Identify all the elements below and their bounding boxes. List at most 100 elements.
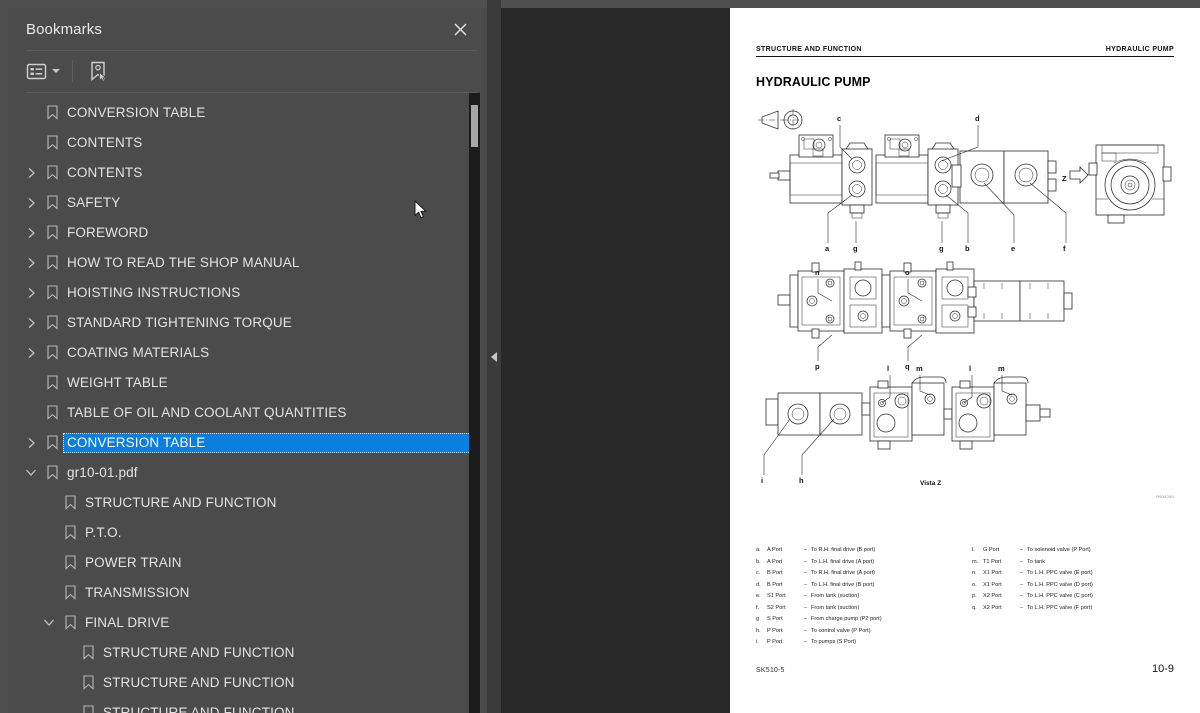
bookmarks-panel-header: Bookmarks bbox=[8, 8, 487, 50]
bookmark-icon bbox=[42, 465, 63, 481]
chevron-down-icon[interactable] bbox=[20, 468, 42, 477]
bookmark-item[interactable]: WEIGHT TABLE bbox=[8, 368, 487, 398]
bookmarks-panel: Bookmarks CONVERSION TABLE CONTENTS CONT… bbox=[8, 8, 487, 713]
projection-symbol bbox=[758, 109, 804, 131]
figure-caption: Vista Z bbox=[920, 480, 941, 487]
bookmark-icon bbox=[42, 315, 63, 331]
bookmark-icon bbox=[42, 345, 63, 361]
bookmark-item[interactable]: STRUCTURE AND FUNCTION bbox=[8, 698, 487, 713]
bookmark-item[interactable]: FOREWORD bbox=[8, 218, 487, 248]
legend-dash: – bbox=[1019, 547, 1024, 553]
bookmark-icon bbox=[78, 675, 99, 691]
chevron-right-icon[interactable] bbox=[20, 317, 42, 329]
bookmark-item[interactable]: SAFETY bbox=[8, 188, 487, 218]
bookmarks-scrollbar-thumb[interactable] bbox=[471, 104, 478, 147]
legend-key: m. bbox=[972, 558, 979, 565]
legend-dash: – bbox=[803, 581, 808, 588]
legend-port: A Port bbox=[767, 558, 783, 565]
bookmark-item[interactable]: CONTENTS bbox=[8, 158, 487, 188]
chevron-down-icon bbox=[52, 69, 60, 74]
bookmark-label: STRUCTURE AND FUNCTION bbox=[103, 674, 295, 690]
legend-desc: To L.H. final drive (B port) bbox=[811, 581, 875, 588]
collapse-sidebar-button[interactable] bbox=[487, 338, 501, 376]
bookmark-item[interactable]: CONVERSION TABLE bbox=[8, 428, 487, 458]
triangle-left-icon bbox=[491, 352, 497, 362]
legend-port: P Port bbox=[767, 639, 783, 645]
bookmark-item[interactable]: TABLE OF OIL AND COOLANT QUANTITIES bbox=[8, 398, 487, 428]
bookmark-icon bbox=[60, 495, 81, 511]
bookmark-label: HOW TO READ THE SHOP MANUAL bbox=[67, 254, 300, 270]
chevron-right-icon[interactable] bbox=[20, 257, 42, 269]
legend-dash: – bbox=[1019, 604, 1024, 611]
legend-dash: – bbox=[803, 604, 808, 611]
bookmark-item[interactable]: STRUCTURE AND FUNCTION bbox=[8, 668, 487, 698]
legend-desc: To pumps (S Port) bbox=[811, 639, 857, 645]
legend-desc: From charge pump (P2 port) bbox=[811, 616, 882, 622]
legend-row: o. X1 Port – To L.H. PPC valve (D port) bbox=[972, 580, 1174, 592]
figure-svg: .ln { fill:none; stroke:#2b2b2b; stroke-… bbox=[758, 109, 1172, 487]
legend-desc: To solenoid valve (P Port) bbox=[1027, 547, 1091, 553]
chevron-right-icon[interactable] bbox=[20, 347, 42, 359]
legend-desc: From tank (suction) bbox=[811, 604, 860, 611]
bookmark-label: CONTENTS bbox=[67, 164, 143, 180]
bookmark-icon bbox=[42, 105, 63, 121]
legend-key: b. bbox=[756, 558, 761, 565]
bookmark-item[interactable]: CONVERSION TABLE bbox=[8, 98, 487, 128]
legend-key: p. bbox=[972, 593, 977, 599]
legend-column-left: a. A Port – To R.H. final drive (B port) b. A… bbox=[756, 545, 958, 649]
chevron-right-icon[interactable] bbox=[20, 227, 42, 239]
svg-text:m: m bbox=[916, 364, 923, 373]
bookmark-item[interactable]: POWER TRAIN bbox=[8, 548, 487, 578]
legend-desc: To L.H. PPC valve (F port) bbox=[1027, 604, 1093, 611]
bookmark-icon bbox=[42, 225, 63, 241]
bookmark-icon bbox=[42, 405, 63, 421]
pdf-viewer-area[interactable]: STRUCTURE AND FUNCTION HYDRAULIC PUMP HY… bbox=[501, 8, 1200, 713]
footer-page-number: 10-9 bbox=[1151, 663, 1174, 675]
bookmark-item[interactable]: P.T.O. bbox=[8, 518, 487, 548]
bookmark-icon bbox=[42, 195, 63, 211]
pump-assembly-bottom bbox=[765, 376, 1051, 450]
legend-row: g S Port – From charge pump (P2 port) bbox=[756, 614, 958, 626]
bookmark-item[interactable]: gr10-01.pdf bbox=[8, 458, 487, 488]
legend-row: c. B Port – To R.H. final drive (A port) bbox=[756, 568, 958, 580]
legend-row: a. A Port – To R.H. final drive (B port) bbox=[756, 545, 958, 557]
svg-text:m: m bbox=[998, 364, 1005, 373]
close-icon[interactable] bbox=[449, 18, 471, 40]
bookmark-label: HOISTING INSTRUCTIONS bbox=[67, 284, 241, 300]
page-content: STRUCTURE AND FUNCTION HYDRAULIC PUMP HY… bbox=[756, 46, 1174, 505]
bookmark-item[interactable]: STRUCTURE AND FUNCTION bbox=[8, 638, 487, 668]
legend-desc: To R.H. final drive (A port) bbox=[811, 570, 876, 576]
bookmark-icon bbox=[42, 375, 63, 391]
list-options-icon[interactable] bbox=[23, 58, 63, 84]
bookmark-item[interactable]: CONTENTS bbox=[8, 128, 487, 158]
bookmark-item[interactable]: STANDARD TIGHTENING TORQUE bbox=[8, 308, 487, 338]
legend-key: i. bbox=[756, 639, 759, 645]
svg-text:a: a bbox=[825, 244, 830, 253]
bookmark-item[interactable]: COATING MATERIALS bbox=[8, 338, 487, 368]
legend-port: S2 Port bbox=[767, 604, 786, 611]
bookmark-icon bbox=[78, 645, 99, 661]
legend-desc: To L.H. PPC valve (C port) bbox=[1027, 593, 1093, 599]
chevron-right-icon[interactable] bbox=[20, 287, 42, 299]
bookmark-item[interactable]: STRUCTURE AND FUNCTION bbox=[8, 488, 487, 518]
bookmarks-scrollbar-track[interactable] bbox=[469, 92, 480, 713]
chevron-right-icon[interactable] bbox=[20, 167, 42, 179]
chevron-right-icon[interactable] bbox=[20, 197, 42, 209]
new-bookmark-icon[interactable] bbox=[86, 58, 111, 84]
legend-key: g bbox=[756, 616, 760, 622]
bookmark-label: P.T.O. bbox=[85, 524, 122, 540]
legend-key: a. bbox=[756, 547, 761, 553]
legend-row: e. S1 Port – From tank (suction) bbox=[756, 591, 958, 603]
bookmarks-toolbar bbox=[8, 51, 487, 92]
legend-row: h. P Port – To control valve (P Port) bbox=[756, 626, 958, 638]
bookmark-item[interactable]: FINAL DRIVE bbox=[8, 608, 487, 638]
bookmark-item[interactable]: HOISTING INSTRUCTIONS bbox=[8, 278, 487, 308]
legend-key: d. bbox=[756, 581, 761, 588]
legend-port: P Port bbox=[767, 627, 783, 634]
chevron-down-icon[interactable] bbox=[38, 618, 60, 627]
pdf-reader-window: Bookmarks CONVERSION TABLE CONTENTS CONT… bbox=[0, 0, 1200, 713]
bookmark-item[interactable]: TRANSMISSION bbox=[8, 578, 487, 608]
bookmark-label: STRUCTURE AND FUNCTION bbox=[103, 704, 295, 713]
bookmark-item[interactable]: HOW TO READ THE SHOP MANUAL bbox=[8, 248, 487, 278]
chevron-right-icon[interactable] bbox=[20, 437, 42, 449]
